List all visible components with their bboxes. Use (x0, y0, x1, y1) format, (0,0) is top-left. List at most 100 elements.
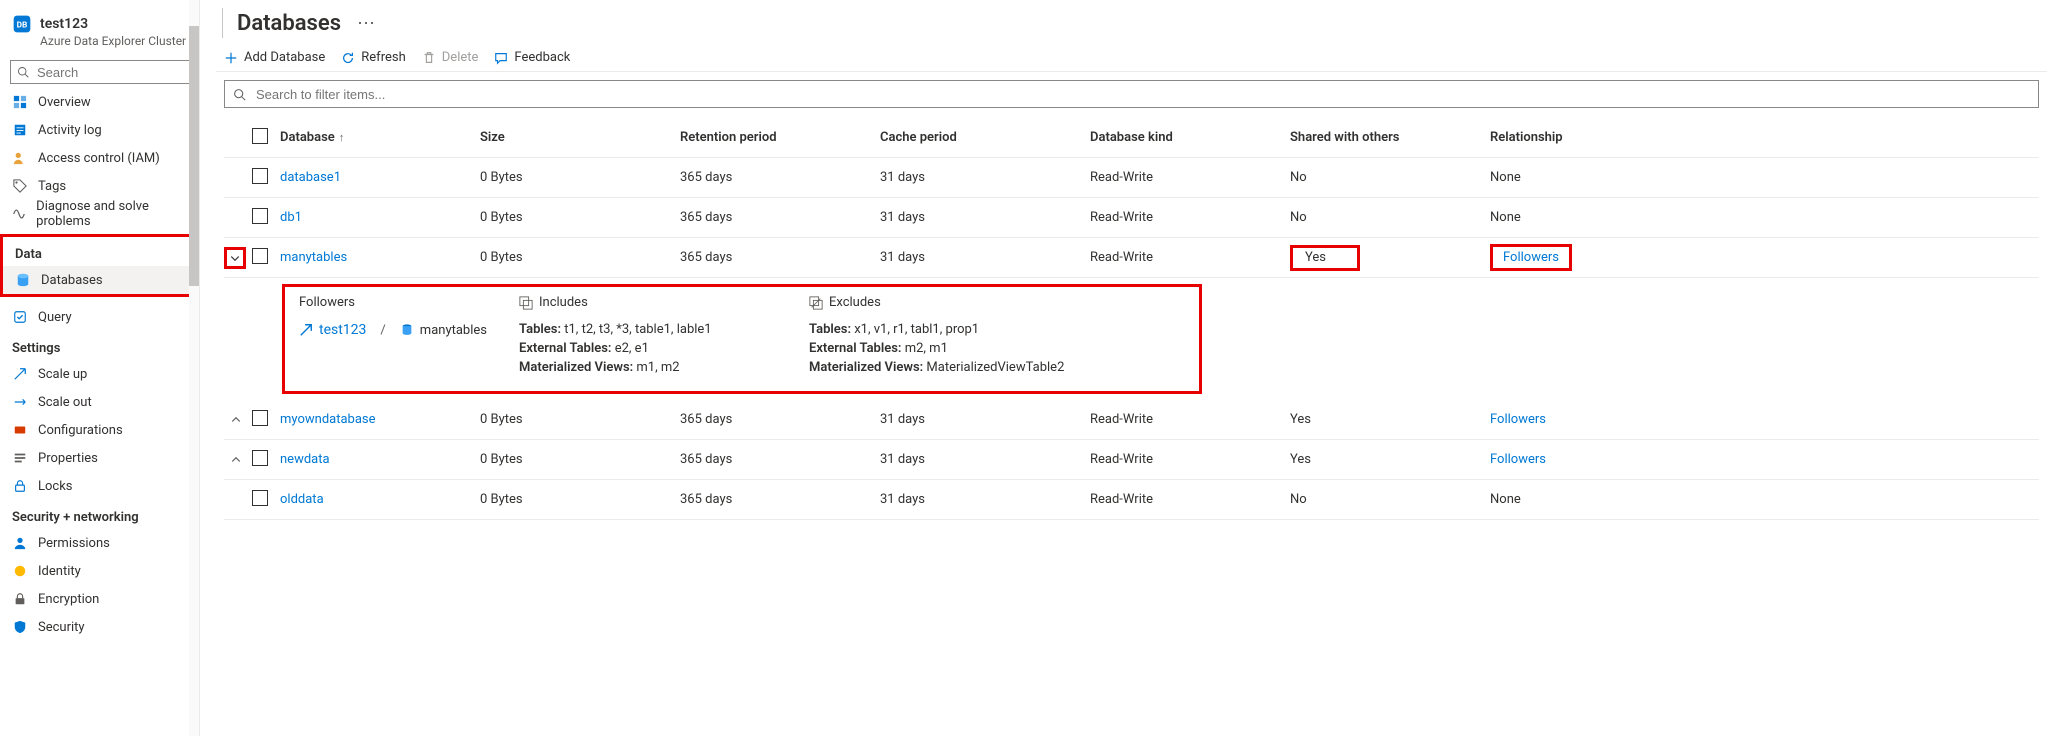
chevron-up-icon[interactable] (224, 448, 248, 472)
sidebar-item-scale-out[interactable]: Scale out (0, 388, 199, 416)
row-checkbox[interactable] (252, 248, 268, 264)
cluster-name: test123 (40, 16, 88, 32)
database-icon (15, 272, 31, 288)
sidebar-search[interactable] (10, 60, 200, 84)
search-icon (17, 66, 29, 78)
sidebar-item-identity[interactable]: Identity (0, 557, 199, 585)
title-divider (222, 8, 223, 38)
relationship-link[interactable]: Followers (1490, 452, 1546, 467)
col-shared[interactable]: Shared with others (1290, 130, 1490, 145)
cell-relationship: None (1490, 492, 1690, 507)
col-size[interactable]: Size (480, 130, 680, 145)
sidebar-item-access-control[interactable]: Access control (IAM) (0, 144, 199, 172)
col-kind[interactable]: Database kind (1090, 130, 1290, 145)
cell-cache: 31 days (880, 250, 1090, 265)
detail-includes-header: Includes (519, 295, 809, 310)
sidebar-item-properties[interactable]: Properties (0, 444, 199, 472)
sidebar-item-label: Scale out (38, 395, 92, 410)
includes-icon (519, 296, 533, 310)
cell-shared: No (1290, 492, 1490, 507)
database-name-link[interactable]: newdata (280, 452, 330, 467)
sidebar-scrollbar-thumb[interactable] (189, 26, 199, 286)
select-all-checkbox[interactable] (252, 128, 268, 144)
svg-text:DB: DB (17, 20, 28, 30)
lock-icon (12, 478, 28, 494)
sidebar-item-diagnose[interactable]: Diagnose and solve problems (0, 200, 199, 228)
excludes-icon (809, 296, 823, 310)
refresh-button[interactable]: Refresh (341, 50, 405, 65)
sidebar-item-query[interactable]: Query (0, 303, 199, 331)
col-database[interactable]: Database↑ (280, 130, 480, 145)
relationship-link[interactable]: Followers (1503, 250, 1559, 265)
sidebar-item-security[interactable]: Security (0, 613, 199, 641)
table-row: database10 Bytes365 days31 daysRead-Writ… (224, 158, 2039, 198)
cell-size: 0 Bytes (480, 492, 680, 507)
database-name-link[interactable]: database1 (280, 170, 341, 185)
command-bar: Add Database Refresh Delete Feedback (216, 44, 2047, 72)
row-checkbox[interactable] (252, 410, 268, 426)
sidebar-item-label: Databases (41, 273, 103, 288)
sidebar-item-encryption[interactable]: Encryption (0, 585, 199, 613)
chevron-down-icon[interactable] (224, 247, 246, 269)
more-icon[interactable]: ⋯ (349, 13, 375, 34)
sidebar: DB test123 Azure Data Explorer Cluster O… (0, 0, 200, 736)
sidebar-item-activity-log[interactable]: Activity log (0, 116, 199, 144)
refresh-icon (341, 51, 355, 65)
row-detail-panel: Followerstest123/manytablesIncludesTable… (282, 284, 1202, 394)
sidebar-item-overview[interactable]: Overview (0, 88, 199, 116)
database-name-link[interactable]: manytables (280, 250, 347, 265)
cell-size: 0 Bytes (480, 250, 680, 265)
sidebar-item-label: Properties (38, 451, 98, 466)
sidebar-item-label: Tags (38, 179, 66, 194)
database-name-link[interactable]: olddata (280, 492, 324, 507)
database-name-link[interactable]: db1 (280, 210, 302, 225)
sort-asc-icon: ↑ (339, 131, 345, 144)
col-retention[interactable]: Retention period (680, 130, 880, 145)
col-cache[interactable]: Cache period (880, 130, 1090, 145)
scale-out-icon (12, 394, 28, 410)
cell-kind: Read-Write (1090, 170, 1290, 185)
configurations-icon (12, 422, 28, 438)
encryption-icon (12, 591, 28, 607)
scale-up-icon (12, 366, 28, 382)
cell-retention: 365 days (680, 452, 880, 467)
row-checkbox[interactable] (252, 450, 268, 466)
cluster-icon: DB (12, 14, 32, 34)
cell-shared: No (1290, 210, 1490, 225)
filter-search-input[interactable] (254, 86, 2030, 103)
sidebar-section-title-data: Data (3, 237, 193, 266)
diagnose-icon (12, 206, 26, 222)
row-checkbox[interactable] (252, 490, 268, 506)
access-control-icon (12, 150, 28, 166)
database-name-link[interactable]: myowndatabase (280, 412, 376, 427)
cell-retention: 365 days (680, 492, 880, 507)
cluster-header: DB test123 (0, 10, 199, 36)
row-checkbox[interactable] (252, 208, 268, 224)
includes-tables: Tables: t1, t2, t3, *3, table1, lable1 (519, 322, 809, 337)
detail-cluster-link[interactable]: test123 (319, 322, 366, 338)
sidebar-item-permissions[interactable]: Permissions (0, 529, 199, 557)
sidebar-item-locks[interactable]: Locks (0, 472, 199, 500)
excludes-tables: Tables: x1, v1, r1, tabl1, prop1 (809, 322, 1119, 337)
sidebar-item-scale-up[interactable]: Scale up (0, 360, 199, 388)
detail-breadcrumb: test123/manytables (299, 322, 519, 338)
sidebar-item-label: Query (38, 310, 72, 325)
sidebar-scrollbar[interactable] (189, 0, 199, 736)
relationship-link[interactable]: Followers (1490, 412, 1546, 427)
chevron-up-icon[interactable] (224, 408, 248, 432)
cell-retention: 365 days (680, 210, 880, 225)
col-relationship[interactable]: Relationship (1490, 130, 1690, 145)
excludes-mat-views: Materialized Views: MaterializedViewTabl… (809, 360, 1119, 375)
add-database-button[interactable]: Add Database (224, 50, 325, 65)
row-checkbox[interactable] (252, 168, 268, 184)
cell-kind: Read-Write (1090, 250, 1290, 265)
sidebar-search-input[interactable] (35, 64, 200, 81)
sidebar-item-tags[interactable]: Tags (0, 172, 199, 200)
delete-button[interactable]: Delete (422, 50, 479, 65)
filter-search[interactable] (224, 80, 2039, 108)
feedback-button[interactable]: Feedback (494, 50, 570, 65)
sidebar-item-configurations[interactable]: Configurations (0, 416, 199, 444)
table-row: manytables0 Bytes365 days31 daysRead-Wri… (224, 238, 2039, 278)
search-icon (233, 88, 246, 101)
sidebar-item-databases[interactable]: Databases (3, 266, 193, 294)
